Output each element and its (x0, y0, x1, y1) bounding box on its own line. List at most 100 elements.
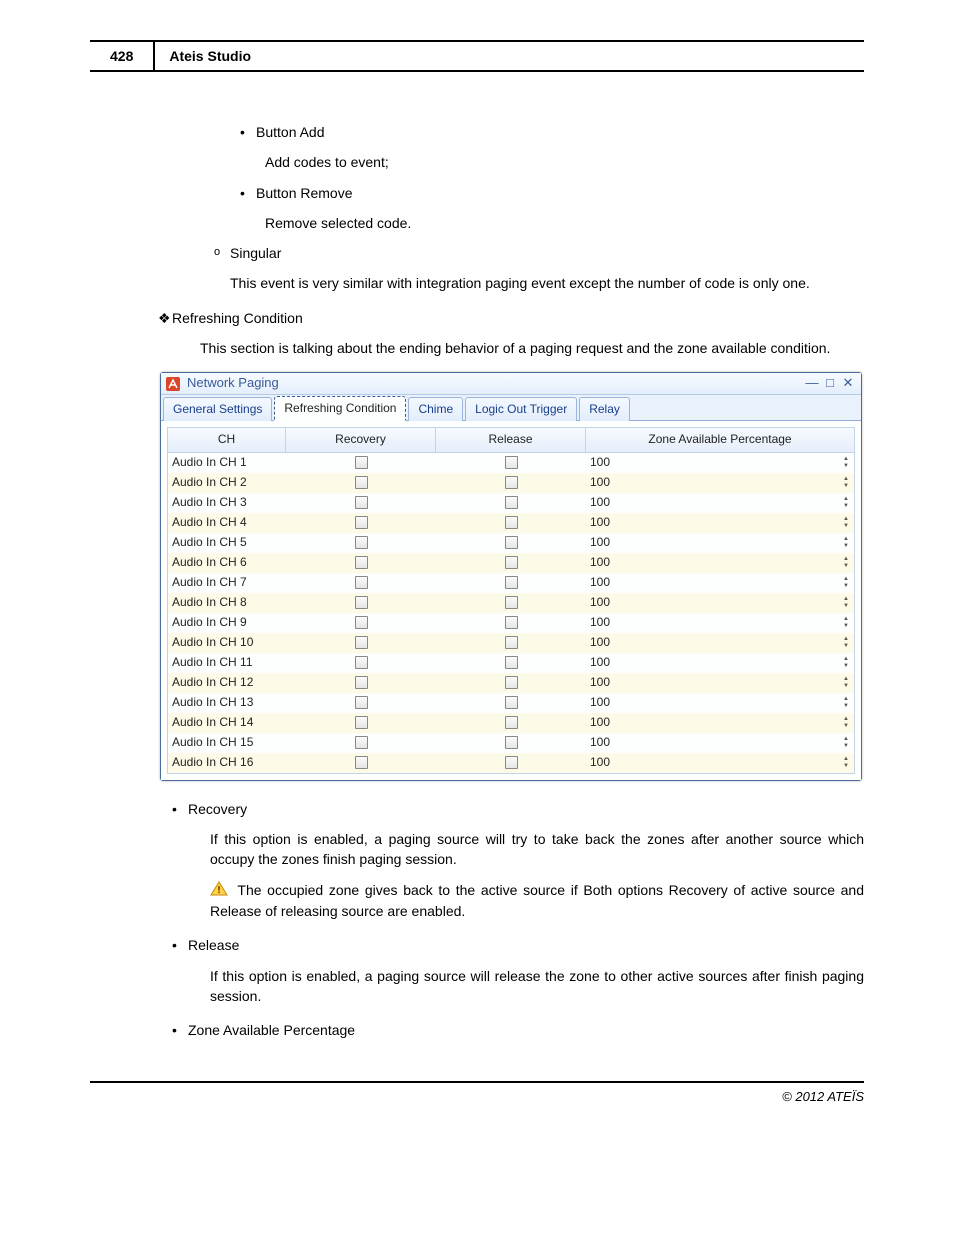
spin-up-icon[interactable]: ▲ (840, 596, 852, 603)
zone-percentage-value[interactable]: 100 (586, 514, 840, 531)
recovery-checkbox[interactable] (355, 636, 368, 649)
spin-down-icon[interactable]: ▼ (840, 743, 852, 750)
spin-down-icon[interactable]: ▼ (840, 623, 852, 630)
spin-down-icon[interactable]: ▼ (840, 563, 852, 570)
release-checkbox[interactable] (505, 556, 518, 569)
column-header-zone[interactable]: Zone Available Percentage (586, 428, 854, 451)
release-checkbox[interactable] (505, 616, 518, 629)
release-checkbox[interactable] (505, 676, 518, 689)
list-item: • Release (172, 935, 864, 955)
spin-down-icon[interactable]: ▼ (840, 723, 852, 730)
release-checkbox[interactable] (505, 576, 518, 589)
column-header-release[interactable]: Release (436, 428, 586, 451)
zone-percentage-value[interactable]: 100 (586, 754, 840, 771)
recovery-checkbox[interactable] (355, 456, 368, 469)
spin-up-icon[interactable]: ▲ (840, 636, 852, 643)
release-checkbox[interactable] (505, 536, 518, 549)
cell-release (436, 573, 586, 593)
circle-icon: o (214, 243, 230, 263)
release-checkbox[interactable] (505, 456, 518, 469)
column-header-ch[interactable]: CH (168, 428, 286, 451)
recovery-checkbox[interactable] (355, 676, 368, 689)
zone-percentage-value[interactable]: 100 (586, 534, 840, 551)
spin-down-icon[interactable]: ▼ (840, 763, 852, 770)
recovery-checkbox[interactable] (355, 516, 368, 529)
zone-percentage-value[interactable]: 100 (586, 694, 840, 711)
recovery-checkbox[interactable] (355, 476, 368, 489)
release-checkbox[interactable] (505, 716, 518, 729)
spin-up-icon[interactable]: ▲ (840, 756, 852, 763)
close-button[interactable]: ✕ (839, 374, 857, 393)
spin-up-icon[interactable]: ▲ (840, 456, 852, 463)
tab-chime[interactable]: Chime (408, 397, 463, 421)
tab-logic-out-trigger[interactable]: Logic Out Trigger (465, 397, 577, 421)
spin-down-icon[interactable]: ▼ (840, 603, 852, 610)
spin-up-icon[interactable]: ▲ (840, 536, 852, 543)
release-checkbox[interactable] (505, 736, 518, 749)
zone-percentage-value[interactable]: 100 (586, 654, 840, 671)
spin-down-icon[interactable]: ▼ (840, 683, 852, 690)
spin-down-icon[interactable]: ▼ (840, 543, 852, 550)
tab-general-settings[interactable]: General Settings (163, 397, 272, 421)
recovery-checkbox[interactable] (355, 596, 368, 609)
maximize-button[interactable]: □ (821, 374, 839, 393)
cell-recovery (286, 633, 436, 653)
recovery-checkbox[interactable] (355, 536, 368, 549)
zone-percentage-value[interactable]: 100 (586, 494, 840, 511)
zone-percentage-value[interactable]: 100 (586, 594, 840, 611)
zone-percentage-value[interactable]: 100 (586, 634, 840, 651)
release-checkbox[interactable] (505, 756, 518, 769)
spin-up-icon[interactable]: ▲ (840, 736, 852, 743)
zone-percentage-value[interactable]: 100 (586, 574, 840, 591)
recovery-checkbox[interactable] (355, 576, 368, 589)
zone-percentage-value[interactable]: 100 (586, 614, 840, 631)
recovery-checkbox[interactable] (355, 756, 368, 769)
spin-up-icon[interactable]: ▲ (840, 716, 852, 723)
column-header-recovery[interactable]: Recovery (286, 428, 436, 451)
spin-down-icon[interactable]: ▼ (840, 703, 852, 710)
spin-down-icon[interactable]: ▼ (840, 483, 852, 490)
spin-up-icon[interactable]: ▲ (840, 656, 852, 663)
zone-percentage-value[interactable]: 100 (586, 674, 840, 691)
spin-down-icon[interactable]: ▼ (840, 463, 852, 470)
recovery-checkbox[interactable] (355, 696, 368, 709)
spin-down-icon[interactable]: ▼ (840, 523, 852, 530)
tab-relay[interactable]: Relay (579, 397, 630, 421)
cell-recovery (286, 653, 436, 673)
cell-zone-percentage: 100▲▼ (586, 473, 854, 493)
zone-percentage-value[interactable]: 100 (586, 734, 840, 751)
recovery-checkbox[interactable] (355, 496, 368, 509)
release-checkbox[interactable] (505, 516, 518, 529)
release-checkbox[interactable] (505, 596, 518, 609)
spin-down-icon[interactable]: ▼ (840, 503, 852, 510)
recovery-checkbox[interactable] (355, 656, 368, 669)
zone-percentage-value[interactable]: 100 (586, 474, 840, 491)
spin-up-icon[interactable]: ▲ (840, 516, 852, 523)
spin-down-icon[interactable]: ▼ (840, 663, 852, 670)
zone-percentage-value[interactable]: 100 (586, 554, 840, 571)
spin-up-icon[interactable]: ▲ (840, 496, 852, 503)
cell-recovery (286, 493, 436, 513)
recovery-checkbox[interactable] (355, 556, 368, 569)
spin-down-icon[interactable]: ▼ (840, 583, 852, 590)
recovery-checkbox[interactable] (355, 616, 368, 629)
spin-up-icon[interactable]: ▲ (840, 476, 852, 483)
tab-refreshing-condition[interactable]: Refreshing Condition (274, 396, 406, 421)
release-checkbox[interactable] (505, 656, 518, 669)
release-checkbox[interactable] (505, 636, 518, 649)
zone-percentage-value[interactable]: 100 (586, 454, 840, 471)
zone-percentage-value[interactable]: 100 (586, 714, 840, 731)
spin-up-icon[interactable]: ▲ (840, 556, 852, 563)
minimize-button[interactable]: — (803, 374, 821, 393)
spin-up-icon[interactable]: ▲ (840, 696, 852, 703)
release-checkbox[interactable] (505, 696, 518, 709)
spin-up-icon[interactable]: ▲ (840, 676, 852, 683)
table-row: Audio In CH 7100▲▼ (168, 573, 854, 593)
spin-up-icon[interactable]: ▲ (840, 576, 852, 583)
spin-up-icon[interactable]: ▲ (840, 616, 852, 623)
spin-down-icon[interactable]: ▼ (840, 643, 852, 650)
release-checkbox[interactable] (505, 496, 518, 509)
release-checkbox[interactable] (505, 476, 518, 489)
recovery-checkbox[interactable] (355, 736, 368, 749)
recovery-checkbox[interactable] (355, 716, 368, 729)
